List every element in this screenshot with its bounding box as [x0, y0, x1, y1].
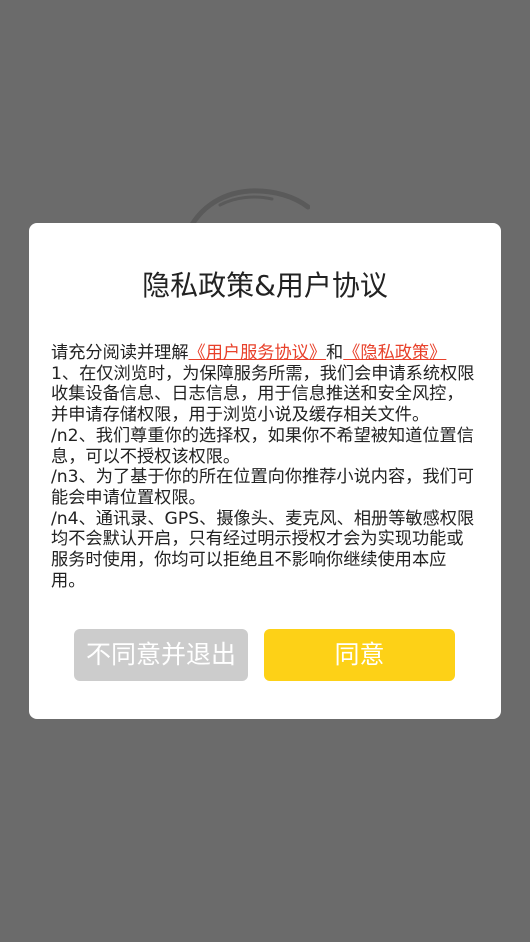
privacy-policy-link[interactable]: 《隐私政策》	[343, 343, 446, 363]
and-text: 和	[326, 343, 344, 363]
intro-line: 请充分阅读并理解《用户服务协议》和《隐私政策》	[51, 343, 479, 364]
service-agreement-link[interactable]: 《用户服务协议》	[189, 343, 327, 363]
policy-item-1: 1、在仅浏览时，为保障服务所需，我们会申请系统权限收集设备信息、日志信息，用于信…	[51, 363, 475, 426]
app-screen: 隐私政策&用户协议 请充分阅读并理解《用户服务协议》和《隐私政策》 1、在仅浏览…	[0, 0, 530, 942]
policy-item-4: /n4、通讯录、GPS、摄像头、麦克风、相册等敏感权限均不会默认开启，只有经过明…	[51, 508, 475, 591]
privacy-dialog: 隐私政策&用户协议 请充分阅读并理解《用户服务协议》和《隐私政策》 1、在仅浏览…	[29, 223, 501, 719]
policy-item-2: /n2、我们尊重你的选择权，如果你不希望被知道位置信息，可以不授权该权限。	[51, 425, 474, 467]
disagree-exit-button[interactable]: 不同意并退出	[74, 629, 248, 681]
dialog-title: 隐私政策&用户协议	[142, 269, 388, 302]
agree-button[interactable]: 同意	[264, 629, 455, 681]
dialog-body: 请充分阅读并理解《用户服务协议》和《隐私政策》 1、在仅浏览时，为保障服务所需，…	[51, 343, 479, 591]
policy-item-3: /n3、为了基于你的所在位置向你推荐小说内容，我们可能会申请位置权限。	[51, 467, 474, 508]
intro-text: 请充分阅读并理解	[51, 343, 189, 363]
